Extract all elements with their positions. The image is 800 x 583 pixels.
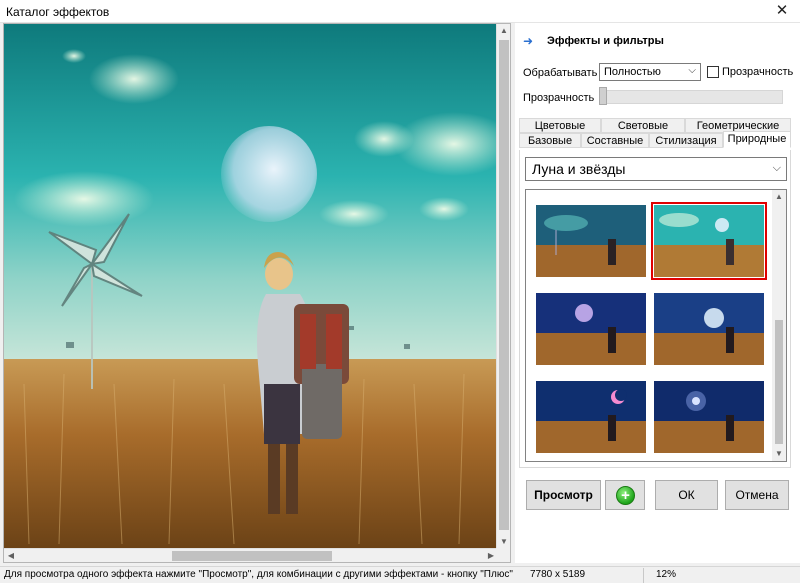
- effect-thumbnail[interactable]: [536, 293, 646, 365]
- process-select-value: Полностью: [604, 66, 661, 78]
- scroll-thumb[interactable]: [499, 40, 509, 530]
- transparency-checkbox[interactable]: [707, 66, 719, 78]
- preview-horizontal-scrollbar[interactable]: ◀ ▶: [4, 548, 498, 562]
- scroll-corner: [496, 548, 510, 562]
- effect-thumbnail-selected[interactable]: [651, 202, 767, 280]
- transparency-slider-thumb[interactable]: [599, 87, 607, 105]
- effects-panel: ➜ Эффекты и фильтры Обрабатывать Полност…: [515, 23, 800, 563]
- tab-light[interactable]: Световые: [601, 118, 685, 133]
- chevron-down-icon: ⌵: [772, 162, 781, 174]
- effect-thumbnail[interactable]: [654, 293, 764, 365]
- status-dimensions: 7780 x 5189: [530, 569, 586, 580]
- title-bar: Каталог эффектов ✕: [0, 0, 800, 23]
- image-preview-pane: ▲ ▼ ◀ ▶: [3, 23, 511, 563]
- thumbnails-scrollbar[interactable]: ▲ ▼: [772, 190, 786, 461]
- add-effect-button[interactable]: +: [605, 480, 645, 510]
- tab-stylization[interactable]: Стилизация: [649, 133, 723, 148]
- arrow-right-icon: ➜: [523, 34, 534, 48]
- process-label: Обрабатывать: [523, 67, 598, 79]
- panel-title: Эффекты и фильтры: [547, 35, 664, 47]
- scroll-left-icon[interactable]: ◀: [4, 549, 18, 563]
- category-select-value: Луна и звёзды: [532, 161, 626, 177]
- tab-content-natural: Луна и звёзды ⌵ ▲ ▼: [519, 150, 791, 468]
- ok-button[interactable]: ОК: [655, 480, 718, 510]
- transparency-checkbox-label: Прозрачность: [722, 66, 794, 78]
- scroll-down-icon[interactable]: ▼: [772, 447, 786, 461]
- scroll-up-icon[interactable]: ▲: [497, 24, 511, 38]
- status-bar: Для просмотра одного эффекта нажмите "Пр…: [0, 566, 800, 583]
- status-hint: Для просмотра одного эффекта нажмите "Пр…: [4, 569, 513, 580]
- tab-color[interactable]: Цветовые: [519, 118, 601, 133]
- tab-composite[interactable]: Составные: [581, 133, 649, 148]
- chevron-down-icon: ⌵: [688, 65, 696, 76]
- effect-thumbnail[interactable]: [654, 381, 764, 453]
- effect-tabs: Цветовые Световые Геометрические Базовые…: [519, 118, 791, 150]
- scroll-thumb[interactable]: [172, 551, 332, 561]
- transparency-slider[interactable]: [599, 90, 783, 104]
- preview-vertical-scrollbar[interactable]: ▲ ▼: [496, 24, 510, 549]
- category-select[interactable]: Луна и звёзды ⌵: [525, 157, 787, 181]
- effect-thumbnail[interactable]: [536, 205, 646, 277]
- status-divider: [643, 568, 644, 583]
- cancel-button[interactable]: Отмена: [725, 480, 789, 510]
- preview-image: [4, 24, 498, 549]
- close-icon[interactable]: ✕: [764, 0, 800, 23]
- tab-natural[interactable]: Природные: [723, 131, 791, 148]
- transparency-label: Прозрачность: [523, 92, 595, 104]
- process-select[interactable]: Полностью ⌵: [599, 63, 701, 81]
- preview-button[interactable]: Просмотр: [526, 480, 601, 510]
- effect-thumbnails: ▲ ▼: [525, 189, 787, 462]
- tab-basic[interactable]: Базовые: [519, 133, 581, 148]
- scroll-up-icon[interactable]: ▲: [772, 190, 786, 204]
- scroll-down-icon[interactable]: ▼: [497, 535, 511, 549]
- effect-thumbnail[interactable]: [536, 381, 646, 453]
- status-zoom: 12%: [656, 569, 677, 580]
- scroll-thumb[interactable]: [775, 320, 783, 444]
- window-title: Каталог эффектов: [6, 5, 110, 19]
- plus-circle-icon: +: [616, 486, 635, 505]
